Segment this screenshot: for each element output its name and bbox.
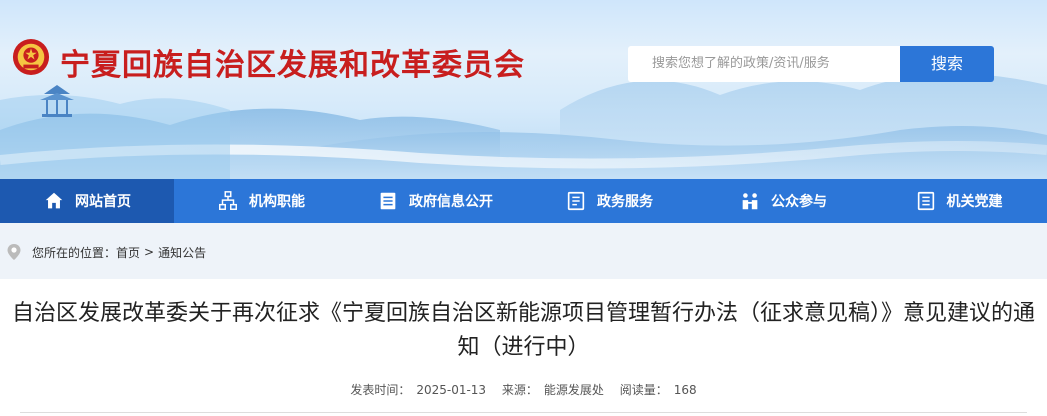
views: 阅读量： 168 [617, 383, 700, 397]
source-label: 来源： [501, 383, 538, 397]
nav-item-gov-services[interactable]: 政务服务 [522, 179, 696, 223]
nav-item-label: 公众参与 [771, 194, 827, 210]
views-count: 168 [673, 383, 697, 397]
national-emblem-icon [12, 38, 50, 76]
article-panel: 自治区发展改革委关于再次征求《宁夏回族自治区新能源项目管理暂行办法（征求意见稿）… [0, 279, 1047, 416]
breadcrumb-home-link[interactable]: 首页 [116, 244, 140, 261]
breadcrumb-prefix: 您所在的位置： [32, 245, 117, 260]
nav-item-label: 网站首页 [75, 194, 131, 210]
search-button[interactable]: 搜索 [900, 46, 994, 82]
nav-item-info-disclosure[interactable]: 政府信息公开 [348, 179, 522, 223]
article-meta: 发表时间： 2025-01-13 来源： 能源发展处 阅读量： 168 [0, 381, 1047, 398]
nav-item-functions[interactable]: 机构职能 [174, 179, 348, 223]
nav-item-label: 政务服务 [597, 194, 653, 210]
article-divider [20, 412, 1027, 413]
site-title: 宁夏回族自治区发展和改革委员会 [60, 48, 525, 83]
location-pin-icon [7, 244, 21, 260]
header-landscape-background [0, 73, 1047, 179]
party-doc-icon [917, 191, 934, 211]
publish-label: 发表时间： [350, 383, 411, 397]
breadcrumb-separator: > [144, 245, 155, 259]
home-icon [45, 192, 63, 209]
nav-item-label: 机关党建 [946, 194, 1003, 210]
nav-item-label: 政府信息公开 [409, 194, 493, 210]
nav-item-party-building[interactable]: 机关党建 [870, 179, 1047, 223]
article-title: 自治区发展改革委关于再次征求《宁夏回族自治区新能源项目管理暂行办法（征求意见稿）… [11, 301, 1035, 360]
views-label: 阅读量： [619, 383, 668, 397]
nav-item-public-participation[interactable]: 公众参与 [696, 179, 870, 223]
breadcrumb: 您所在的位置： 首页 > 通知公告 [0, 238, 206, 266]
document-list-icon [380, 192, 396, 210]
site-header: 宁夏回族自治区发展和改革委员会 搜索您想了解的政策/资讯/服务 搜索 [0, 0, 1047, 179]
nav-item-label: 机构职能 [249, 194, 305, 210]
source: 来源： 能源发展处 [499, 383, 607, 397]
breadcrumb-current-link[interactable]: 通知公告 [158, 244, 206, 261]
source-value: 能源发展处 [543, 383, 604, 397]
nav-item-home[interactable]: 网站首页 [0, 179, 174, 223]
people-icon [742, 193, 758, 210]
service-doc-icon [567, 191, 585, 211]
main-nav: 网站首页 机构职能 政府信息公开 政务服务 公众参与 机关党建 [0, 179, 1047, 223]
publish-date: 2025-01-13 [416, 383, 487, 397]
pavilion-logo-icon [40, 85, 74, 117]
publish-time: 发表时间： 2025-01-13 [347, 383, 489, 397]
search-input[interactable]: 搜索您想了解的政策/资讯/服务 [628, 46, 900, 82]
org-chart-icon [219, 191, 237, 210]
